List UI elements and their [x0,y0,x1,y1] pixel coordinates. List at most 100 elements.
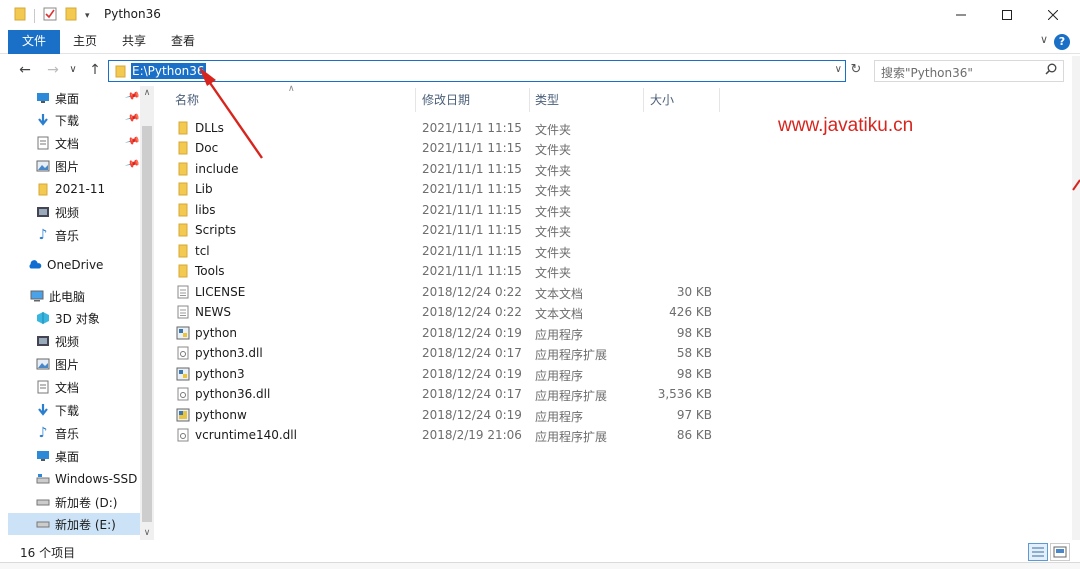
sidebar-item-downloads[interactable]: 下载 [8,109,140,131]
properties-icon[interactable] [43,7,57,24]
sidebar-item-onedrive[interactable]: OneDrive [8,254,140,276]
new-folder-icon[interactable] [65,7,77,24]
up-button[interactable]: ↑ [86,60,104,80]
file-row[interactable]: python3 2018/12/24 0:19 应用程序 98 KB [172,364,732,384]
maximize-button[interactable] [984,0,1030,30]
details-view-button[interactable] [1028,543,1048,561]
file-date: 2021/11/1 11:15 [422,264,522,278]
folder-icon [178,141,188,155]
navigation-pane: 桌面 📌 下载 📌 文档 📌 图片 📌 2021-11 视频 ♪ 音乐 OneD… [8,86,154,540]
refresh-button[interactable]: ↻ [848,60,864,80]
folder-small-icon [14,7,26,24]
sidebar-item-downloads-pc[interactable]: 下载 [8,399,140,421]
file-date: 2021/11/1 11:15 [422,182,522,196]
large-icons-view-button[interactable] [1050,543,1070,561]
sidebar-scrollbar[interactable]: ∧ ∨ [140,86,154,540]
file-row[interactable]: Lib 2021/11/1 11:15 文件夹 [172,179,732,199]
column-header-size[interactable]: 大小 [650,88,718,112]
minimize-button[interactable] [938,0,984,30]
file-row[interactable]: python3.dll 2018/12/24 0:17 应用程序扩展 58 KB [172,343,732,363]
address-bar[interactable]: E:\Python36 ∨ [108,60,846,82]
scrollbar-thumb[interactable] [142,126,152,522]
column-divider[interactable] [415,88,416,112]
file-row[interactable]: libs 2021/11/1 11:15 文件夹 [172,200,732,220]
sidebar-item-documents-pc[interactable]: 文档 [8,376,140,398]
sidebar-item-desktop[interactable]: 桌面 [8,87,140,109]
file-row[interactable]: Tools 2021/11/1 11:15 文件夹 [172,261,732,281]
close-button[interactable] [1030,0,1076,30]
file-type: 应用程序 [535,328,584,342]
file-size: 426 KB [669,305,712,319]
file-row[interactable]: include 2021/11/1 11:15 文件夹 [172,159,732,179]
address-dropdown-icon[interactable]: ∨ [835,64,842,75]
folder-icon [178,182,188,196]
search-box[interactable]: 搜索"Python36" [874,60,1064,82]
sidebar-item-music-pc[interactable]: ♪ 音乐 [8,422,140,444]
sidebar-item-pictures-pc[interactable]: 图片 [8,353,140,375]
file-row[interactable]: LICENSE 2018/12/24 0:22 文本文档 30 KB [172,282,732,302]
sidebar-item-3d-objects[interactable]: 3D 对象 [8,307,140,329]
file-row[interactable]: vcruntime140.dll 2018/2/19 21:06 应用程序扩展 … [172,425,732,445]
dll-file-icon [177,387,189,401]
column-divider[interactable] [643,88,644,112]
tab-home[interactable]: 主页 [60,30,110,54]
folder-icon [178,203,188,217]
column-header-type[interactable]: 类型 [535,88,643,112]
python-exe-icon [176,367,190,381]
sidebar-item-videos[interactable]: 视频 [8,201,140,223]
file-type: 文本文档 [535,287,584,301]
sidebar-item-drive-e[interactable]: 新加卷 (E:) [8,513,140,535]
column-header-name[interactable]: 名称 [175,88,415,112]
tab-view[interactable]: 查看 [158,30,208,54]
tab-share[interactable]: 共享 [109,30,159,54]
up-arrow-icon: ↑ [89,62,101,78]
drive-icon [36,495,50,509]
sidebar-item-this-pc[interactable]: 此电脑 [8,285,140,307]
toolbar-separator [34,8,35,23]
file-type: 文件夹 [535,164,572,178]
sidebar-item-label: 桌面 [55,449,80,464]
column-divider[interactable] [529,88,530,112]
sidebar-item-videos-pc[interactable]: 视频 [8,330,140,352]
file-row[interactable]: tcl 2021/11/1 11:15 文件夹 [172,241,732,261]
large-icons-view-icon [1053,546,1067,558]
dll-file-icon [177,346,189,360]
file-date: 2018/12/24 0:17 [422,346,522,360]
title-bar: ▾ Python36 [0,0,1080,30]
column-header-date[interactable]: 修改日期 [422,88,528,112]
file-row[interactable]: Scripts 2021/11/1 11:15 文件夹 [172,220,732,240]
customize-toolbar-chevron-icon[interactable]: ▾ [85,11,90,21]
file-size: 98 KB [676,326,712,340]
sidebar-item-desktop-pc[interactable]: 桌面 [8,445,140,467]
sidebar-item-music[interactable]: ♪ 音乐 [8,224,140,246]
sidebar-item-2021-11[interactable]: 2021-11 [8,178,140,200]
file-name: libs [195,203,216,217]
file-name: pythonw [195,408,247,422]
file-row[interactable]: python36.dll 2018/12/24 0:17 应用程序扩展 3,53… [172,384,732,404]
sidebar-item-drive-d[interactable]: 新加卷 (D:) [8,491,140,513]
address-path[interactable]: E:\Python36 [131,63,206,79]
file-row[interactable]: python 2018/12/24 0:19 应用程序 98 KB [172,323,732,343]
sidebar-item-windows-ssd[interactable]: Windows-SSD ( [8,468,140,490]
back-button[interactable]: ← [16,60,34,80]
expand-ribbon-chevron-icon[interactable]: ∨ [1040,33,1048,46]
help-icon[interactable]: ? [1054,34,1070,50]
file-row[interactable]: pythonw 2018/12/24 0:19 应用程序 97 KB [172,405,732,425]
file-date: 2018/12/24 0:19 [422,408,522,422]
recent-locations-button[interactable]: ∨ [64,60,82,80]
tab-file[interactable]: 文件 [8,30,60,54]
column-divider[interactable] [719,88,720,112]
scroll-down-icon[interactable]: ∨ [140,528,154,538]
file-row[interactable]: Doc 2021/11/1 11:15 文件夹 [172,138,732,158]
forward-button[interactable]: → [44,60,62,80]
file-name: python [195,326,237,340]
file-row[interactable]: DLLs 2021/11/1 11:15 文件夹 [172,118,732,138]
sidebar-item-label: 音乐 [55,426,80,441]
scroll-up-icon[interactable]: ∧ [140,88,154,98]
folder-icon [115,65,126,81]
file-type: 文件夹 [535,246,572,260]
sidebar-item-pictures[interactable]: 图片 [8,155,140,177]
sidebar-item-documents[interactable]: 文档 [8,132,140,154]
sidebar-item-label: 文档 [55,136,80,151]
file-row[interactable]: NEWS 2018/12/24 0:22 文本文档 426 KB [172,302,732,322]
